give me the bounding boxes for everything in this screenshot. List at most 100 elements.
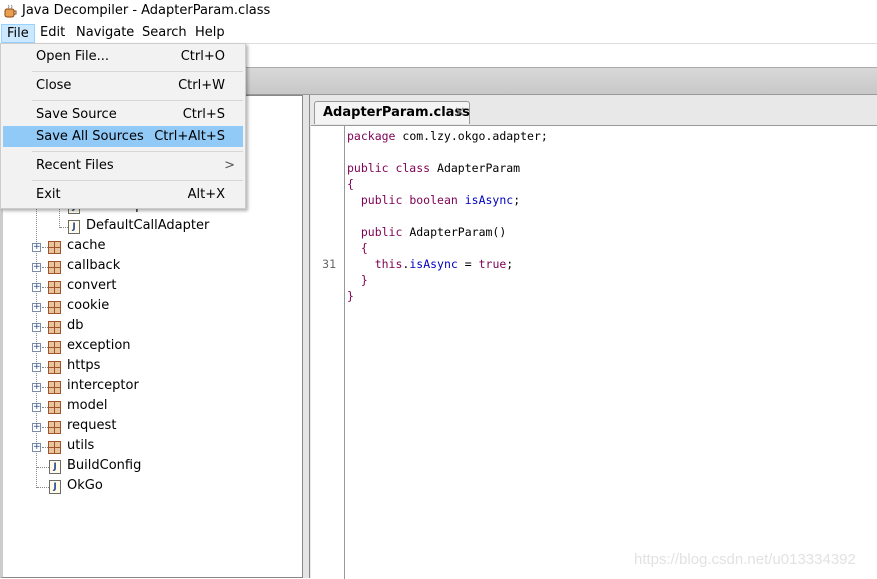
tree-item-label: OkGo [67,478,103,493]
tree-item-label: convert [67,278,117,293]
code-view[interactable]: 31 package com.lzy.okgo.adapter; public c… [311,125,877,579]
expand-icon[interactable]: + [32,423,41,432]
tab-adapterparam[interactable]: AdapterParam.class × [314,101,470,124]
package-icon [48,441,61,454]
java-class-icon: J [49,460,61,474]
package-icon [48,401,61,414]
menu-bar: File Edit Navigate Search Help [0,22,877,43]
menu-item-recent-files[interactable]: Recent Files > [3,155,243,176]
menu-help[interactable]: Help [190,24,230,43]
tree-item-package[interactable]: + callback [0,257,300,277]
tree-item-label: cookie [67,298,110,313]
menu-item-label: Recent Files [36,158,114,173]
menu-item-shortcut: Ctrl+W [178,78,225,93]
line-number-gutter: 31 [311,126,345,579]
menu-item-label: Open File... [36,49,110,64]
tree-item-package[interactable]: + cache [0,237,300,257]
code-token: isAsync [409,257,458,271]
tree-item-label: model [67,398,108,413]
tree-item-package[interactable]: + https [0,357,300,377]
tree-item-package[interactable]: + interceptor [0,377,300,397]
code-token: { [360,241,368,255]
expand-icon[interactable]: + [32,383,41,392]
tree-item-package[interactable]: + convert [0,277,300,297]
code-token: = [457,257,479,271]
coffee-cup-icon [4,4,17,18]
tree-line [37,487,49,488]
expand-icon[interactable]: + [32,443,41,452]
expand-icon[interactable]: + [32,403,41,412]
code-token: public [360,225,403,239]
code-token: this [374,257,403,271]
package-icon [48,261,61,274]
expand-icon[interactable]: + [32,283,41,292]
tree-item-package[interactable]: + cookie [0,297,300,317]
tree-line [37,467,49,468]
menu-item-open-file[interactable]: Open File... Ctrl+O [3,46,243,67]
title-bar: Java Decompiler - AdapterParam.class [0,0,877,22]
code-token: { [347,177,354,191]
tree-item-label: utils [67,438,95,453]
tree-item-label: DefaultCallAdapter [86,218,210,233]
menu-separator [32,71,243,72]
tree-item-package[interactable]: + exception [0,337,300,357]
expand-icon[interactable]: + [32,243,41,252]
file-menu-dropdown: Open File... Ctrl+O Close Ctrl+W Save Sour… [0,43,246,209]
expand-icon[interactable]: + [32,363,41,372]
menu-item-save-all-sources[interactable]: Save All Sources Ctrl+Alt+S [3,126,243,147]
tree-item-class[interactable]: J BuildConfig [0,457,300,477]
code-token: true [478,257,507,271]
code-token: AdapterParam() [402,225,507,239]
tree-item-label: cache [67,238,106,253]
expand-icon[interactable]: + [32,263,41,272]
code-line: public boolean isAsync; [347,193,520,207]
menu-navigate[interactable]: Navigate [71,24,139,43]
tree-item-package[interactable]: + request [0,417,300,437]
tree-item-label: interceptor [67,378,139,393]
menu-item-exit[interactable]: Exit Alt+X [3,184,243,205]
menu-item-label: Exit [36,187,61,202]
menu-item-save-source[interactable]: Save Source Ctrl+S [3,104,243,125]
code-line: this.isAsync = true; [347,257,514,271]
menu-item-label: Close [36,78,72,93]
line-number: 31 [322,257,336,271]
menu-item-shortcut: Alt+X [187,187,225,202]
menu-item-close[interactable]: Close Ctrl+W [3,75,243,96]
tree-item-label: https [67,358,101,373]
close-icon[interactable]: × [454,104,466,120]
tree-item-label: request [67,418,117,433]
menu-item-shortcut: Ctrl+Alt+S [154,129,225,144]
tree-item-label: db [67,318,84,333]
menu-separator [32,180,243,181]
tree-item-package[interactable]: + utils [0,437,300,457]
menu-item-shortcut: Ctrl+O [180,49,225,64]
tree-item-package[interactable]: + db [0,317,300,337]
tree-item-class[interactable]: J DefaultCallAdapter [0,217,300,237]
package-icon [48,421,61,434]
expand-icon[interactable]: + [32,303,41,312]
package-icon [48,321,61,334]
java-class-icon: J [49,480,61,494]
code-line: { [347,177,354,191]
expand-icon[interactable]: + [32,323,41,332]
tree-item-package[interactable]: + model [0,397,300,417]
code-line: public class AdapterParam [347,161,520,175]
code-token: package [347,129,396,143]
menu-separator [32,151,243,152]
tree-item-class[interactable]: J OkGo [0,477,300,497]
code-line: public AdapterParam() [347,225,506,239]
menu-file[interactable]: File [1,24,35,43]
menu-search[interactable]: Search [137,24,192,43]
expand-icon[interactable]: + [32,343,41,352]
menu-item-label: Save All Sources [36,129,144,144]
tree-item-label: callback [67,258,121,273]
menu-edit[interactable]: Edit [35,24,70,43]
code-token: public class [347,161,431,175]
menu-separator [32,100,243,101]
menu-item-label: Save Source [36,107,117,122]
package-icon [48,241,61,254]
code-line: } [347,289,354,303]
